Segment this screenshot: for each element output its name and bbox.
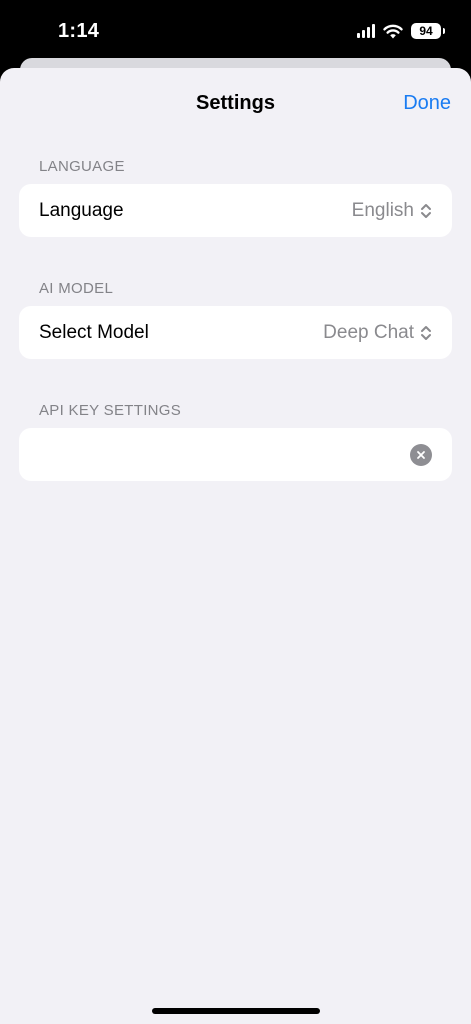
status-icons: 94 — [357, 20, 445, 42]
language-value: English — [351, 199, 414, 221]
api-key-input[interactable] — [39, 428, 410, 481]
page-title: Settings — [196, 92, 275, 114]
language-picker-row[interactable]: Language English — [19, 184, 452, 237]
cellular-signal-icon — [357, 24, 375, 38]
model-picker-row[interactable]: Select Model Deep Chat — [19, 306, 452, 359]
model-value: Deep Chat — [323, 321, 414, 343]
status-time: 1:14 — [58, 20, 100, 42]
home-indicator[interactable] — [152, 1008, 320, 1014]
battery-icon: 94 — [411, 23, 445, 39]
clear-button[interactable] — [410, 443, 432, 466]
clear-x-icon — [417, 450, 425, 459]
chevron-up-down-icon — [421, 325, 431, 340]
language-row-label: Language — [39, 199, 124, 221]
section-header-api-key: API KEY SETTINGS — [39, 402, 182, 419]
chevron-up-down-icon — [421, 203, 431, 218]
model-row-label: Select Model — [39, 321, 149, 343]
settings-sheet: Settings Done LANGUAGE Language English … — [0, 68, 471, 1024]
section-header-ai-model: AI MODEL — [39, 280, 114, 297]
wifi-icon — [383, 24, 403, 38]
language-picker[interactable]: English — [352, 200, 432, 222]
model-picker[interactable]: Deep Chat — [323, 322, 432, 344]
api-key-row — [19, 428, 452, 481]
section-header-language: LANGUAGE — [39, 158, 125, 175]
done-button[interactable]: Done — [403, 92, 451, 115]
status-bar: 1:14 94 — [0, 0, 471, 62]
